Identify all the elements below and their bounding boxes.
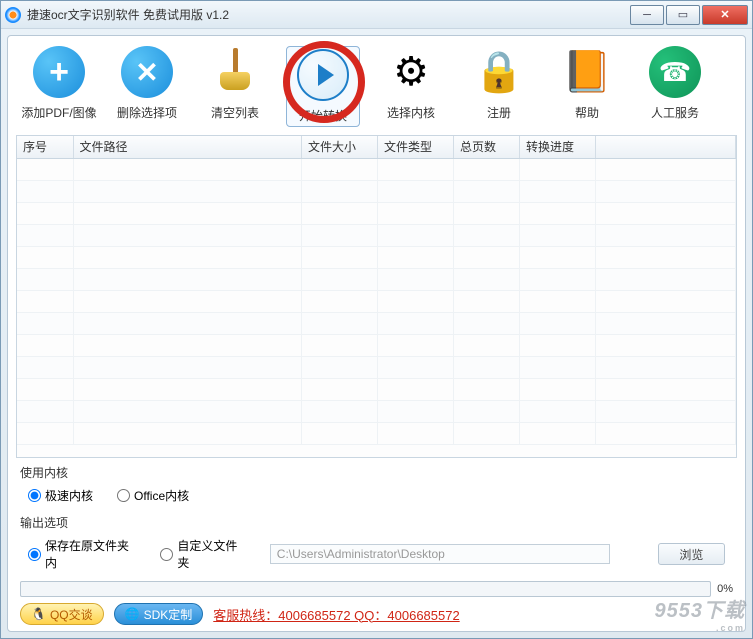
engine-button[interactable]: ⚙ 选择内核 <box>374 46 448 127</box>
output-custom-radio[interactable]: 自定义文件夹 <box>160 537 245 571</box>
maximize-button[interactable]: ▭ <box>666 5 700 25</box>
sdk-label: SDK定制 <box>144 606 193 623</box>
table-row <box>17 334 736 356</box>
clear-label: 清空列表 <box>211 104 259 121</box>
delete-icon <box>121 46 173 98</box>
table-row <box>17 180 736 202</box>
progress-bar <box>20 581 711 597</box>
engine-fast-radio[interactable]: 极速内核 <box>28 487 93 504</box>
col-progress[interactable]: 转换进度 <box>520 136 596 158</box>
globe-icon: 🌐 <box>125 607 140 621</box>
table-row <box>17 202 736 224</box>
sdk-button[interactable]: 🌐 SDK定制 <box>114 603 204 625</box>
toolbar: 添加PDF/图像 删除选择项 清空列表 开始转换 ⚙ 选择内核 🔒 注册 <box>16 44 737 135</box>
register-label: 注册 <box>487 104 511 121</box>
engine-label: 选择内核 <box>387 104 435 121</box>
clear-button[interactable]: 清空列表 <box>198 46 272 127</box>
file-table: 序号 文件路径 文件大小 文件类型 总页数 转换进度 <box>16 135 737 458</box>
table-row <box>17 422 736 444</box>
table-row <box>17 312 736 334</box>
table-row <box>17 378 736 400</box>
engine-office-label: Office内核 <box>134 487 189 504</box>
table-row <box>17 224 736 246</box>
lock-icon: 🔒 <box>473 46 525 98</box>
table-row <box>17 400 736 422</box>
register-button[interactable]: 🔒 注册 <box>462 46 536 127</box>
broom-icon <box>209 46 261 98</box>
browse-button[interactable]: 浏览 <box>658 543 725 565</box>
delete-label: 删除选择项 <box>117 104 177 121</box>
table-row <box>17 268 736 290</box>
start-label: 开始转换 <box>299 107 347 124</box>
start-convert-button[interactable]: 开始转换 <box>286 46 360 127</box>
output-section: 输出选项 保存在原文件夹内 自定义文件夹 浏览 <box>16 508 737 575</box>
table-row <box>17 356 736 378</box>
plus-icon <box>33 46 85 98</box>
gear-icon: ⚙ <box>385 46 437 98</box>
table-body <box>17 158 736 444</box>
add-label: 添加PDF/图像 <box>21 104 96 121</box>
qq-label: QQ交谈 <box>50 606 93 623</box>
app-icon <box>5 7 21 23</box>
engine-title: 使用内核 <box>20 464 733 481</box>
play-icon <box>297 49 349 101</box>
service-button[interactable]: ☎ 人工服务 <box>638 46 712 127</box>
engine-office-radio[interactable]: Office内核 <box>117 487 189 504</box>
table-row <box>17 290 736 312</box>
hotline-link[interactable]: 客服热线：4006685572 QQ：4006685572 <box>213 605 459 624</box>
phone-icon: ☎ <box>649 46 701 98</box>
output-custom-label: 自定义文件夹 <box>177 537 245 571</box>
col-path[interactable]: 文件路径 <box>73 136 302 158</box>
col-size[interactable]: 文件大小 <box>302 136 378 158</box>
col-type[interactable]: 文件类型 <box>378 136 454 158</box>
minimize-button[interactable]: ─ <box>630 5 664 25</box>
col-spacer <box>596 136 736 158</box>
qq-chat-button[interactable]: 🐧 QQ交谈 <box>20 603 104 625</box>
help-label: 帮助 <box>575 104 599 121</box>
help-button[interactable]: 📙 帮助 <box>550 46 624 127</box>
watermark: 9553下载.com <box>655 594 746 633</box>
table-row <box>17 246 736 268</box>
window-title: 捷速ocr文字识别软件 免费试用版 v1.2 <box>27 6 628 23</box>
engine-section: 使用内核 极速内核 Office内核 <box>16 458 737 508</box>
delete-button[interactable]: 删除选择项 <box>110 46 184 127</box>
col-no[interactable]: 序号 <box>17 136 73 158</box>
output-same-radio[interactable]: 保存在原文件夹内 <box>28 537 136 571</box>
output-title: 输出选项 <box>20 514 733 531</box>
output-path-input[interactable] <box>270 544 610 564</box>
add-pdf-button[interactable]: 添加PDF/图像 <box>22 46 96 127</box>
help-icon: 📙 <box>561 46 613 98</box>
service-label: 人工服务 <box>651 104 699 121</box>
table-row <box>17 158 736 180</box>
qq-icon: 🐧 <box>31 607 46 621</box>
close-button[interactable]: ✕ <box>702 5 748 25</box>
engine-fast-label: 极速内核 <box>45 487 93 504</box>
output-same-label: 保存在原文件夹内 <box>45 537 136 571</box>
col-pages[interactable]: 总页数 <box>454 136 520 158</box>
